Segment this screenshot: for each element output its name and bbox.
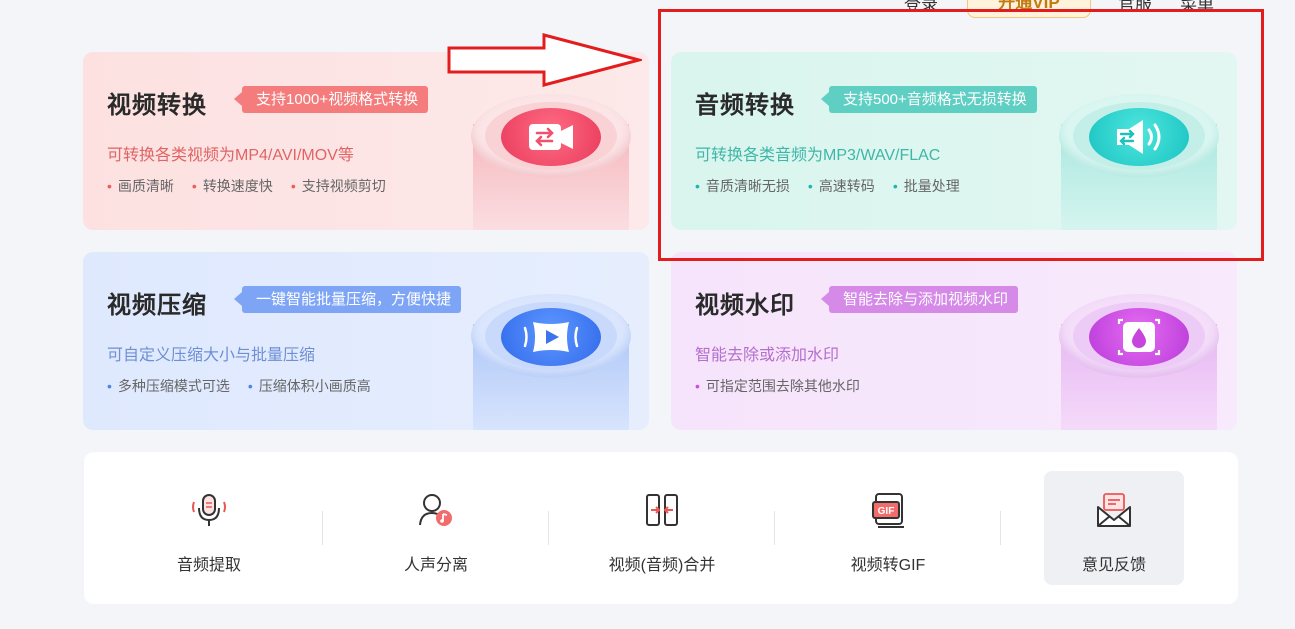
- card-desc: 智能去除或添加水印: [695, 347, 840, 364]
- video-convert-icon: [471, 94, 631, 230]
- feature-item: 多种压缩模式可选: [107, 376, 230, 396]
- tool-video-to-gif[interactable]: GIF 视频转GIF: [818, 452, 958, 604]
- tool-label: 人声分离: [403, 557, 468, 574]
- card-desc: 可自定义压缩大小与批量压缩: [107, 347, 316, 364]
- card-features: 多种压缩模式可选 压缩体积小画质高: [107, 376, 371, 396]
- divider: [1000, 511, 1001, 545]
- tool-label: 视频(音频)合并: [608, 557, 716, 574]
- card-features: 画质清晰 转换速度快 支持视频剪切: [107, 176, 386, 196]
- watermark-icon: [1059, 294, 1219, 430]
- voice-separate-icon: [419, 494, 452, 526]
- microphone-icon: [192, 494, 226, 526]
- feedback-mail-icon: [1097, 493, 1131, 527]
- feature-item: 转换速度快: [192, 176, 273, 196]
- divider: [774, 511, 775, 545]
- merge-icon: [646, 494, 678, 526]
- card-tag: 智能去除与添加视频水印: [820, 286, 1019, 313]
- card-features: 可指定范围去除其他水印: [695, 376, 860, 396]
- divider: [322, 511, 323, 545]
- feature-item: 可指定范围去除其他水印: [695, 376, 860, 396]
- watermark-card[interactable]: 视频水印 智能去除与添加视频水印 智能去除或添加水印 可指定范围去除其他水印: [671, 252, 1237, 430]
- video-compress-icon: [471, 294, 631, 430]
- svg-text:GIF: GIF: [878, 506, 895, 517]
- feature-item: 支持视频剪切: [291, 176, 386, 196]
- tool-merge[interactable]: 视频(音频)合并: [592, 452, 732, 604]
- card-title: 视频转换: [107, 92, 207, 119]
- feature-item: 压缩体积小画质高: [248, 376, 371, 396]
- divider: [548, 511, 549, 545]
- video-compress-card[interactable]: 视频压缩 一键智能批量压缩，方便快捷 可自定义压缩大小与批量压缩 多种压缩模式可…: [83, 252, 649, 430]
- card-desc: 可转换各类视频为MP4/AVI/MOV等: [107, 147, 354, 164]
- arrow-right-icon: [447, 33, 642, 87]
- card-tag: 一键智能批量压缩，方便快捷: [233, 286, 462, 313]
- highlight-box: [658, 9, 1264, 261]
- tool-audio-extract[interactable]: 音频提取: [139, 452, 279, 604]
- tool-feedback[interactable]: 意见反馈: [1044, 452, 1184, 604]
- tool-label: 视频转GIF: [850, 557, 926, 574]
- tools-panel: 音频提取 人声分离 视频(音频)合并 GIF 视频转GIF 意见反馈: [84, 452, 1238, 604]
- tool-label: 音频提取: [176, 557, 241, 574]
- card-tag: 支持1000+视频格式转换: [233, 86, 429, 113]
- gif-icon: GIF: [872, 493, 904, 528]
- card-title: 视频压缩: [107, 292, 207, 319]
- tool-label: 意见反馈: [1081, 557, 1146, 574]
- tool-voice-separate[interactable]: 人声分离: [366, 452, 506, 604]
- feature-item: 画质清晰: [107, 176, 174, 196]
- card-title: 视频水印: [695, 292, 795, 319]
